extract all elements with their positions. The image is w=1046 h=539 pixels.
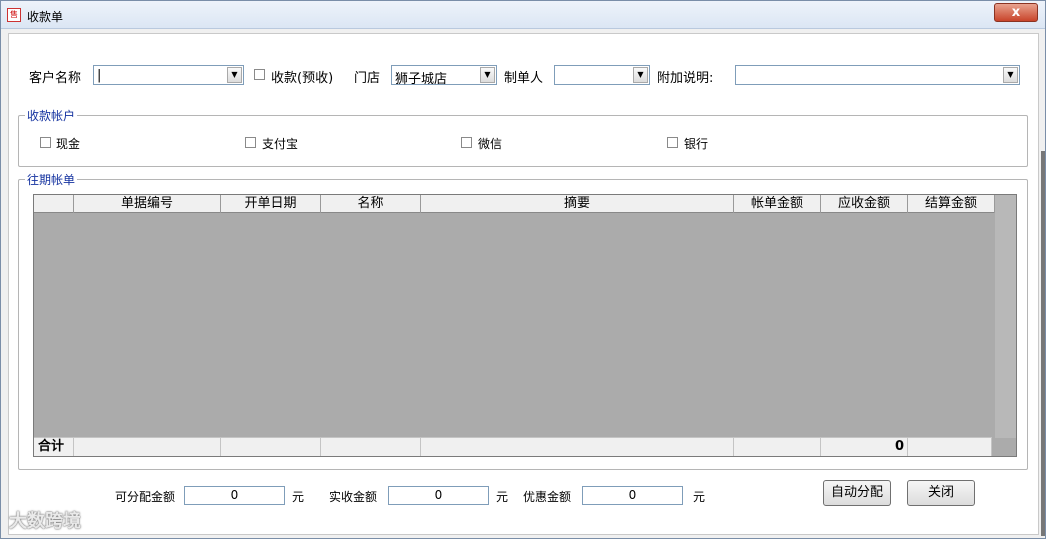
chevron-down-icon[interactable]: ▼	[1003, 67, 1018, 83]
distributable-label: 可分配金额	[115, 490, 176, 504]
auto-allocate-button[interactable]: 自动分配	[823, 480, 891, 506]
received-label: 实收金额	[329, 490, 378, 504]
column-header-name[interactable]: 名称	[321, 195, 421, 213]
wechat-label: 微信	[478, 137, 503, 151]
total-summary	[421, 437, 734, 456]
bills-table-footer: 合计 0	[34, 437, 992, 456]
column-header-select[interactable]	[34, 195, 74, 213]
chevron-down-icon[interactable]: ▼	[227, 67, 242, 83]
store-combo[interactable]: 狮子城店 ▼	[391, 65, 497, 87]
discount-label: 优惠金额	[523, 490, 572, 504]
received-input[interactable]: 0	[388, 486, 489, 505]
column-header-receivable[interactable]: 应收金额	[821, 195, 908, 213]
cash-label: 现金	[56, 137, 81, 151]
close-window-button[interactable]: x	[994, 3, 1038, 22]
close-button[interactable]: 关闭	[907, 480, 975, 506]
window-title: 收款单	[27, 10, 64, 24]
title-bar: 售 收款单 x	[1, 1, 1045, 29]
past-bills-title: 往期帐单	[25, 171, 78, 188]
column-header-date[interactable]: 开单日期	[221, 195, 321, 213]
payment-accounts-title: 收款帐户	[25, 107, 78, 124]
store-label: 门店	[354, 71, 381, 86]
payment-accounts-group: 收款帐户 现金 支付宝 微信 银行	[18, 107, 1028, 167]
total-date	[221, 437, 321, 456]
bills-table[interactable]: 单据编号 开单日期 名称 摘要 帐单金额 应收金额 结算金额 合计 0	[33, 194, 1017, 457]
chevron-down-icon[interactable]: ▼	[480, 67, 495, 83]
note-label: 附加说明:	[657, 71, 714, 86]
column-header-bill-amount[interactable]: 帐单金额	[734, 195, 821, 213]
window-edge-shadow	[1041, 151, 1045, 536]
prepay-checkbox[interactable]	[254, 69, 265, 80]
total-bill-no	[74, 437, 221, 456]
store-value: 狮子城店	[395, 72, 448, 87]
column-header-settled[interactable]: 结算金额	[908, 195, 995, 213]
wechat-checkbox[interactable]	[461, 137, 472, 148]
alipay-label: 支付宝	[262, 137, 299, 151]
distributable-unit: 元	[292, 490, 305, 504]
creator-label: 制单人	[504, 71, 544, 86]
vertical-scrollbar[interactable]	[995, 195, 1016, 438]
total-bill-amount	[734, 437, 821, 456]
customer-label: 客户名称	[29, 71, 82, 86]
note-combo[interactable]: ▼	[735, 65, 1020, 85]
creator-combo[interactable]: ▼	[554, 65, 650, 85]
form-body: 客户名称 | ▼ 收款(预收) 门店 狮子城店 ▼ 制单人 ▼ 附加说明: ▼ …	[8, 33, 1039, 535]
distributable-input[interactable]: 0	[184, 486, 285, 505]
bank-checkbox[interactable]	[667, 137, 678, 148]
discount-unit: 元	[693, 490, 706, 504]
app-icon: 售	[7, 8, 21, 22]
customer-value: |	[97, 68, 102, 83]
received-unit: 元	[496, 490, 509, 504]
watermark-logo: 大数跨境	[9, 511, 81, 532]
total-receivable: 0	[821, 437, 908, 456]
receipt-window: 售 收款单 x 客户名称 | ▼ 收款(预收) 门店 狮子城店 ▼ 制单人 ▼ …	[0, 0, 1046, 539]
bills-table-header: 单据编号 开单日期 名称 摘要 帐单金额 应收金额 结算金额	[34, 195, 995, 213]
column-header-bill-no[interactable]: 单据编号	[74, 195, 221, 213]
discount-input[interactable]: 0	[582, 486, 683, 505]
cash-checkbox[interactable]	[40, 137, 51, 148]
total-name	[321, 437, 421, 456]
bank-label: 银行	[684, 137, 709, 151]
total-label: 合计	[34, 437, 74, 456]
chevron-down-icon[interactable]: ▼	[633, 67, 648, 83]
column-header-summary[interactable]: 摘要	[421, 195, 734, 213]
prepay-label: 收款(预收)	[271, 71, 334, 86]
customer-combo[interactable]: | ▼	[93, 65, 244, 85]
total-settled	[908, 437, 992, 456]
alipay-checkbox[interactable]	[245, 137, 256, 148]
